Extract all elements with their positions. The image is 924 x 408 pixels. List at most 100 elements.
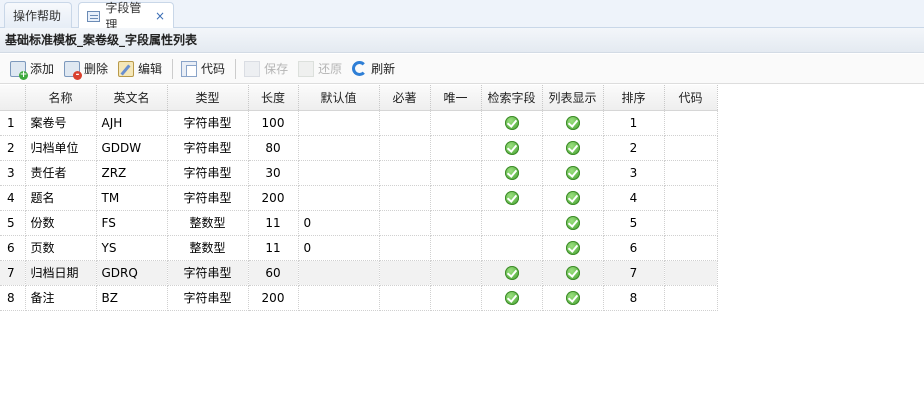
- delete-button[interactable]: 删除: [60, 58, 112, 80]
- column-header[interactable]: 英文名: [96, 85, 168, 111]
- field-name-cell[interactable]: 归档单位: [25, 135, 97, 161]
- code-cell[interactable]: [664, 210, 718, 236]
- field-name-cell[interactable]: 责任者: [25, 160, 97, 186]
- english-name-cell[interactable]: GDDW: [96, 135, 168, 161]
- code-cell[interactable]: [664, 260, 718, 286]
- tab-help[interactable]: 操作帮助: [4, 2, 72, 28]
- english-name-cell[interactable]: ZRZ: [96, 160, 168, 186]
- row-number[interactable]: 5: [0, 210, 26, 236]
- list-display-cell[interactable]: [542, 135, 604, 161]
- tab-field-management[interactable]: 字段管理 ×: [78, 1, 174, 32]
- length-cell[interactable]: 60: [248, 260, 299, 286]
- column-header[interactable]: 代码: [664, 85, 718, 111]
- table-row[interactable]: 2 归档单位 GDDW 字符串型 80 2: [0, 135, 718, 161]
- english-name-cell[interactable]: TM: [96, 185, 168, 211]
- default-value-cell[interactable]: [298, 260, 380, 286]
- length-cell[interactable]: 200: [248, 185, 299, 211]
- unique-cell[interactable]: [430, 210, 482, 236]
- order-cell[interactable]: 2: [603, 135, 665, 161]
- required-cell[interactable]: [379, 185, 431, 211]
- refresh-button[interactable]: 刷新: [348, 58, 399, 80]
- code-cell[interactable]: [664, 185, 718, 211]
- list-display-cell[interactable]: [542, 260, 604, 286]
- list-display-cell[interactable]: [542, 160, 604, 186]
- row-number[interactable]: 8: [0, 285, 26, 311]
- field-name-cell[interactable]: 案卷号: [25, 110, 97, 136]
- close-icon[interactable]: ×: [155, 10, 165, 22]
- type-cell[interactable]: 整数型: [167, 210, 249, 236]
- add-button[interactable]: 添加: [6, 58, 58, 80]
- code-cell[interactable]: [664, 135, 718, 161]
- list-display-cell[interactable]: [542, 110, 604, 136]
- unique-cell[interactable]: [430, 185, 482, 211]
- column-header[interactable]: 列表显示: [542, 85, 604, 111]
- search-field-cell[interactable]: [481, 135, 543, 161]
- required-cell[interactable]: [379, 110, 431, 136]
- default-value-cell[interactable]: [298, 285, 380, 311]
- order-cell[interactable]: 6: [603, 235, 665, 261]
- table-row[interactable]: 5 份数 FS 整数型 11 0 5: [0, 210, 718, 236]
- code-cell[interactable]: [664, 235, 718, 261]
- default-value-cell[interactable]: [298, 110, 380, 136]
- unique-cell[interactable]: [430, 160, 482, 186]
- row-number[interactable]: 7: [0, 260, 26, 286]
- order-cell[interactable]: 1: [603, 110, 665, 136]
- type-cell[interactable]: 字符串型: [167, 260, 249, 286]
- required-cell[interactable]: [379, 285, 431, 311]
- length-cell[interactable]: 11: [248, 210, 299, 236]
- type-cell[interactable]: 字符串型: [167, 110, 249, 136]
- table-row[interactable]: 8 备注 BZ 字符串型 200 8: [0, 285, 718, 311]
- column-header[interactable]: 默认值: [298, 85, 380, 111]
- code-cell[interactable]: [664, 285, 718, 311]
- english-name-cell[interactable]: AJH: [96, 110, 168, 136]
- default-value-cell[interactable]: 0: [298, 210, 380, 236]
- english-name-cell[interactable]: FS: [96, 210, 168, 236]
- column-header[interactable]: 检索字段: [481, 85, 543, 111]
- column-header[interactable]: 类型: [167, 85, 249, 111]
- english-name-cell[interactable]: BZ: [96, 285, 168, 311]
- field-name-cell[interactable]: 份数: [25, 210, 97, 236]
- code-cell[interactable]: [664, 110, 718, 136]
- search-field-cell[interactable]: [481, 160, 543, 186]
- row-number[interactable]: 4: [0, 185, 26, 211]
- default-value-cell[interactable]: [298, 185, 380, 211]
- column-header[interactable]: 必著: [379, 85, 431, 111]
- english-name-cell[interactable]: YS: [96, 235, 168, 261]
- type-cell[interactable]: 字符串型: [167, 160, 249, 186]
- order-cell[interactable]: 4: [603, 185, 665, 211]
- unique-cell[interactable]: [430, 110, 482, 136]
- revert-button[interactable]: 还原: [294, 58, 346, 80]
- required-cell[interactable]: [379, 235, 431, 261]
- default-value-cell[interactable]: [298, 135, 380, 161]
- table-row[interactable]: 3 责任者 ZRZ 字符串型 30 3: [0, 160, 718, 186]
- column-header[interactable]: 唯一: [430, 85, 482, 111]
- row-number[interactable]: 6: [0, 235, 26, 261]
- length-cell[interactable]: 200: [248, 285, 299, 311]
- list-display-cell[interactable]: [542, 235, 604, 261]
- search-field-cell[interactable]: [481, 110, 543, 136]
- table-row[interactable]: 1 案卷号 AJH 字符串型 100 1: [0, 110, 718, 136]
- field-name-cell[interactable]: 页数: [25, 235, 97, 261]
- length-cell[interactable]: 100: [248, 110, 299, 136]
- required-cell[interactable]: [379, 135, 431, 161]
- row-number[interactable]: 2: [0, 135, 26, 161]
- table-row[interactable]: 6 页数 YS 整数型 11 0 6: [0, 235, 718, 261]
- length-cell[interactable]: 30: [248, 160, 299, 186]
- order-cell[interactable]: 3: [603, 160, 665, 186]
- required-cell[interactable]: [379, 160, 431, 186]
- english-name-cell[interactable]: GDRQ: [96, 260, 168, 286]
- length-cell[interactable]: 80: [248, 135, 299, 161]
- search-field-cell[interactable]: [481, 285, 543, 311]
- search-field-cell[interactable]: [481, 210, 543, 236]
- table-row[interactable]: 4 题名 TM 字符串型 200 4: [0, 185, 718, 211]
- default-value-cell[interactable]: 0: [298, 235, 380, 261]
- save-button[interactable]: 保存: [240, 58, 292, 80]
- required-cell[interactable]: [379, 210, 431, 236]
- field-name-cell[interactable]: 归档日期: [25, 260, 97, 286]
- code-cell[interactable]: [664, 160, 718, 186]
- list-display-cell[interactable]: [542, 185, 604, 211]
- list-display-cell[interactable]: [542, 210, 604, 236]
- type-cell[interactable]: 整数型: [167, 235, 249, 261]
- unique-cell[interactable]: [430, 260, 482, 286]
- unique-cell[interactable]: [430, 135, 482, 161]
